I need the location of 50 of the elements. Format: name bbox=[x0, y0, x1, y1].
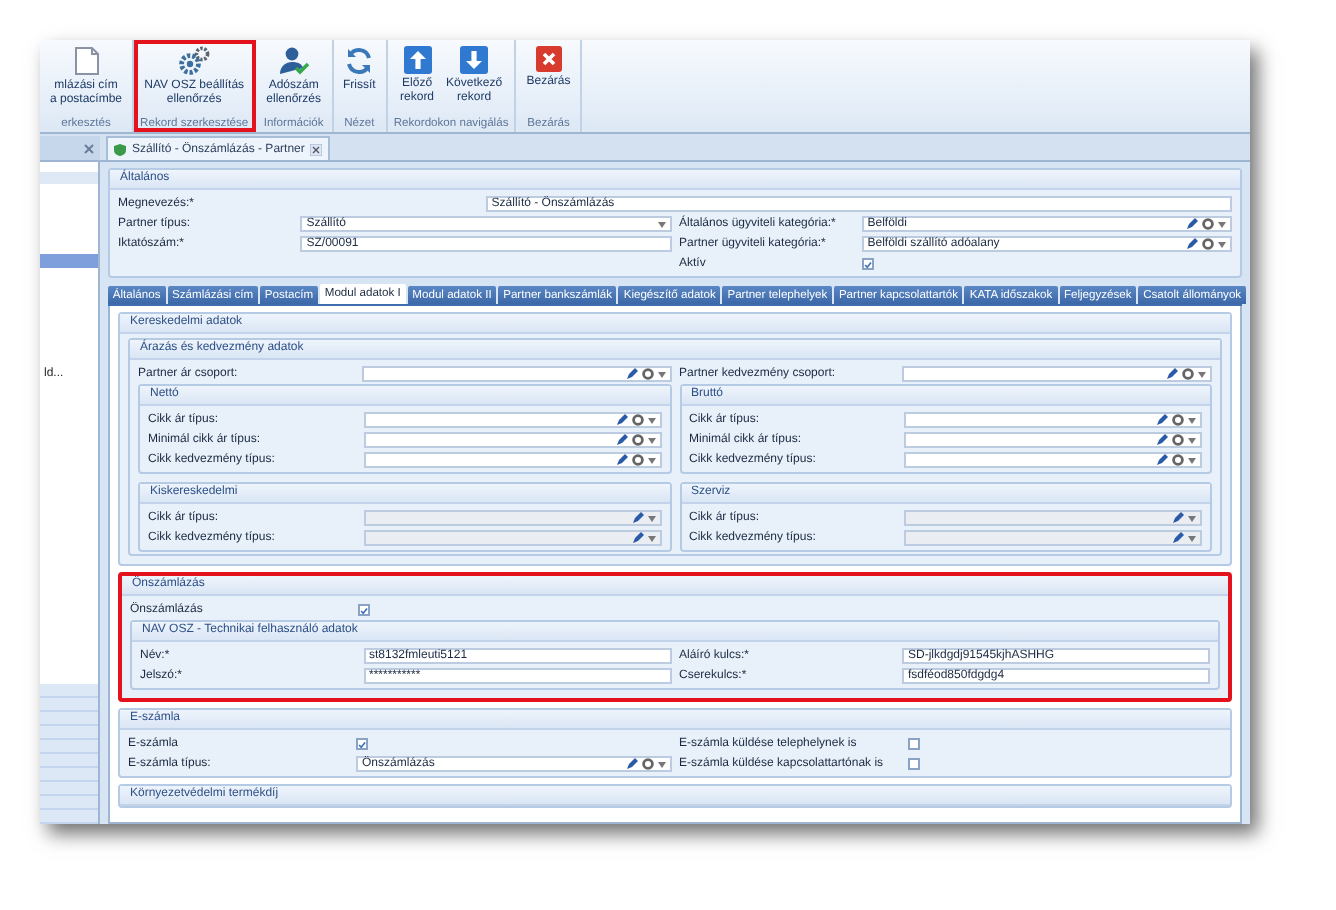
caret-icon[interactable] bbox=[647, 457, 655, 463]
settings-icon[interactable] bbox=[641, 758, 653, 770]
pencil-icon[interactable] bbox=[625, 758, 637, 770]
caret-icon[interactable] bbox=[1188, 535, 1196, 541]
lookup-field[interactable] bbox=[904, 530, 1202, 546]
caret-icon[interactable] bbox=[1188, 515, 1196, 521]
caret-icon[interactable] bbox=[1188, 417, 1196, 423]
gears-icon bbox=[178, 46, 211, 76]
checkbox[interactable] bbox=[907, 738, 920, 750]
caret-icon[interactable] bbox=[1218, 221, 1226, 227]
down-arrow-icon bbox=[460, 46, 489, 74]
document-icon bbox=[73, 46, 100, 76]
shield-icon bbox=[114, 143, 126, 155]
lookup-field[interactable] bbox=[904, 412, 1202, 428]
user-check-icon bbox=[277, 46, 310, 76]
close-icon[interactable] bbox=[310, 143, 323, 155]
lookup-field[interactable] bbox=[902, 366, 1212, 382]
refresh-icon bbox=[344, 46, 375, 76]
checkbox[interactable] bbox=[356, 738, 369, 750]
pencil-icon[interactable] bbox=[1166, 368, 1178, 380]
caret-icon[interactable] bbox=[647, 437, 655, 443]
lookup-field[interactable] bbox=[904, 452, 1202, 468]
lookup-field[interactable] bbox=[361, 366, 671, 382]
up-arrow-icon bbox=[403, 46, 432, 74]
caret-icon[interactable] bbox=[1198, 371, 1206, 377]
checkbox[interactable] bbox=[861, 258, 874, 270]
lookup-field[interactable] bbox=[363, 510, 661, 526]
sidebar-list-drawing bbox=[40, 684, 98, 824]
caret-icon[interactable] bbox=[1218, 241, 1226, 247]
caret-icon[interactable] bbox=[1188, 437, 1196, 443]
lookup-field[interactable] bbox=[363, 452, 661, 468]
caret-icon[interactable] bbox=[657, 371, 665, 377]
checkbox[interactable] bbox=[907, 758, 920, 770]
close-icon bbox=[535, 46, 562, 72]
caret-icon[interactable] bbox=[657, 761, 665, 767]
close-icon[interactable] bbox=[84, 143, 94, 153]
lookup-field[interactable] bbox=[363, 412, 661, 428]
caret-icon[interactable] bbox=[1188, 457, 1196, 463]
caret-icon[interactable] bbox=[657, 221, 665, 227]
settings-icon[interactable] bbox=[1182, 368, 1194, 380]
caret-icon[interactable] bbox=[647, 417, 655, 423]
caret-icon[interactable] bbox=[647, 515, 655, 521]
pencil-icon[interactable] bbox=[625, 368, 637, 380]
lookup-field[interactable] bbox=[363, 432, 661, 448]
lookup-field[interactable] bbox=[363, 530, 661, 546]
settings-icon[interactable] bbox=[641, 368, 653, 380]
lookup-field[interactable] bbox=[904, 510, 1202, 526]
caret-icon[interactable] bbox=[647, 535, 655, 541]
lookup-field[interactable] bbox=[904, 432, 1202, 448]
checkbox[interactable] bbox=[357, 604, 370, 616]
